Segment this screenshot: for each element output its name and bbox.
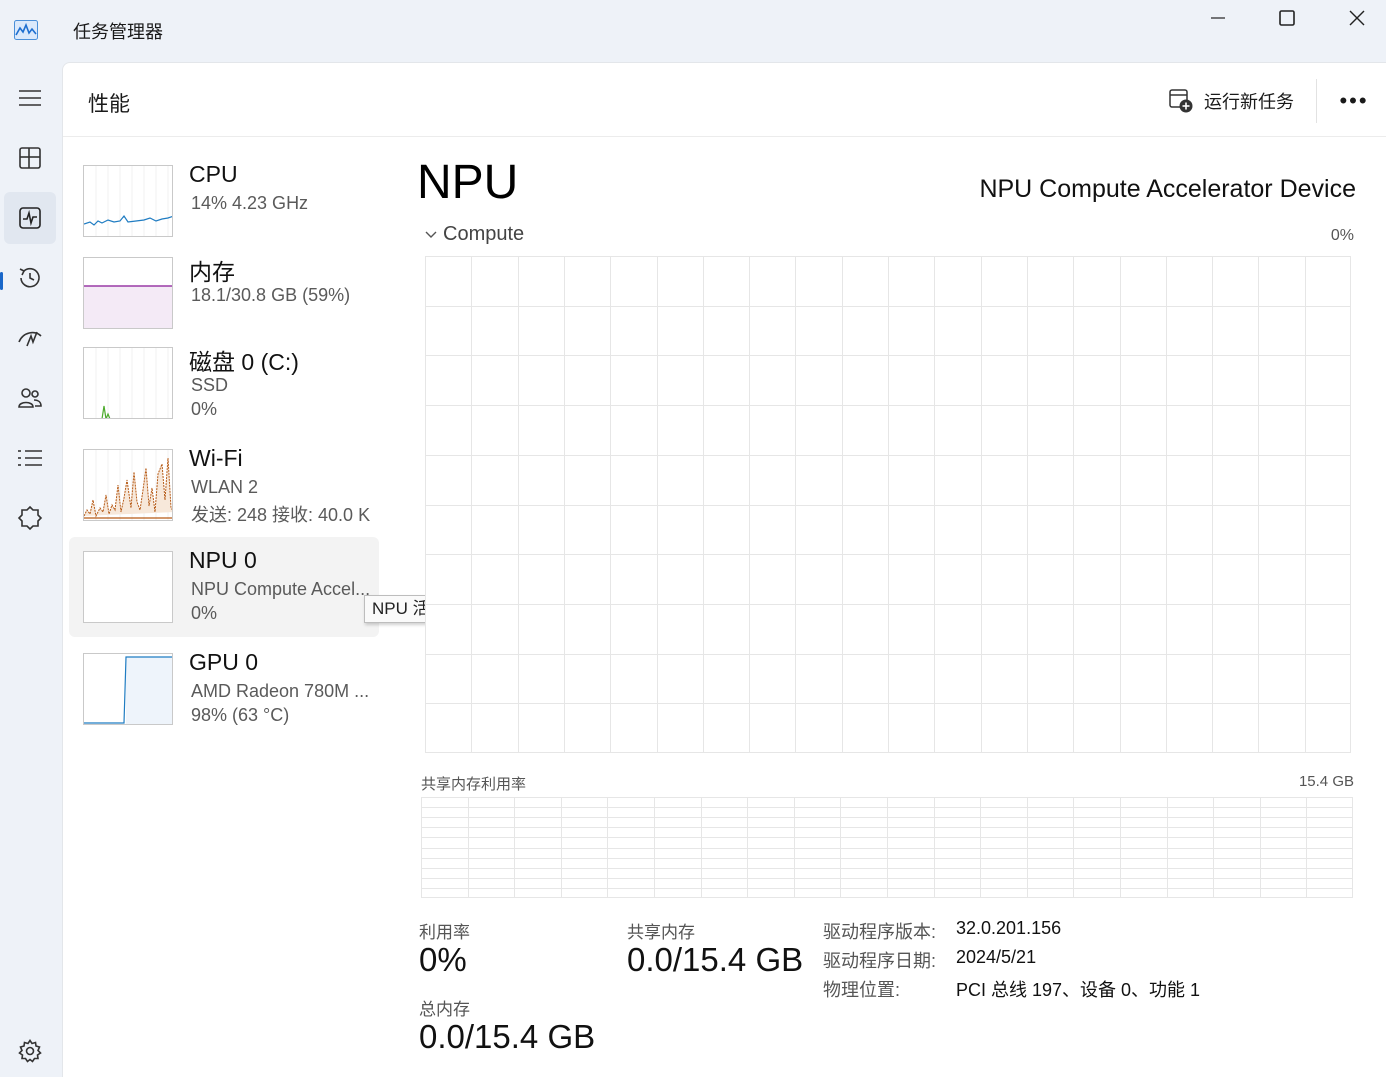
processes-icon [19,147,41,169]
details-icon [18,450,42,466]
gpu-sparkline [84,656,172,724]
services-icon [17,505,43,531]
shared-memory-chart [421,797,1353,898]
shared-memory-label: 共享内存利用率 [421,776,527,793]
run-new-task-label: 运行新任务 [1204,92,1294,112]
driver-version-value: 32.0.201.156 [956,918,1062,938]
device-stat: 14% 4.23 GHz [191,193,309,213]
run-new-task-icon [1169,89,1193,113]
device-thumbnail [83,551,173,623]
task-manager-app-icon [14,20,38,40]
device-item-wifi[interactable]: Wi-Fi WLAN 2 发送: 248 接收: 40.0 K [69,435,379,535]
disk-activity-line [101,405,111,418]
device-model: AMD Radeon 780M ... [191,681,370,701]
compute-selector[interactable]: Compute [425,223,524,246]
chevron-down-icon [425,231,437,238]
title-bar: 任务管理器 [0,0,1386,62]
nav-app-history[interactable] [4,252,56,304]
device-adapter: WLAN 2 [191,477,259,497]
memory-usage-fill [84,286,172,328]
utilization-label: 利用率 [419,923,470,942]
device-thumbnail [83,449,173,521]
device-item-memory[interactable]: 内存 18.1/30.8 GB (59%) [69,243,379,343]
driver-date-value: 2024/5/21 [956,947,1037,967]
compute-chart [425,256,1351,753]
more-options-icon: ••• [1339,88,1369,113]
menu-button[interactable] [4,72,56,124]
physical-location-label: 物理位置: [823,980,901,1000]
total-memory-label: 总内存 [419,1000,470,1019]
app-title: 任务管理器 [73,22,163,42]
device-stat: 0% [191,399,218,419]
device-item-gpu[interactable]: GPU 0 AMD Radeon 780M ... 98% (63 °C) [69,639,379,739]
device-thumbnail [83,257,173,329]
nav-settings[interactable] [4,1025,56,1077]
total-memory-value: 0.0/15.4 GB [419,1018,596,1055]
app-history-icon [19,267,40,288]
device-stat: 0% [191,603,218,623]
nav-services[interactable] [4,492,56,544]
nav-users[interactable] [4,372,56,424]
close-button[interactable] [1322,0,1386,36]
device-name: 磁盘 0 (C:) [189,349,299,375]
page-header: 性能 运行新任务 ••• [63,63,1386,137]
wifi-sparkline [84,450,172,520]
device-stat: 发送: 248 接收: 40.0 K [191,505,371,525]
device-type: SSD [191,375,229,395]
device-model: NPU Compute Accel... [191,579,371,599]
shared-memory-max: 15.4 GB [1298,773,1354,790]
main-panel: 性能 运行新任务 ••• CPU 14% 4.23 GHz 内存 18.1/30… [62,62,1386,1077]
gpu-usage-fill [126,657,172,724]
shared-memory-stat-label: 共享内存 [627,923,695,942]
page-title: 性能 [88,93,130,116]
device-name: NPU 0 [189,547,257,573]
device-thumbnail [83,165,173,237]
device-item-cpu[interactable]: CPU 14% 4.23 GHz [69,151,379,251]
memory-sparkline [84,285,172,328]
device-thumbnail [83,347,173,419]
nav-performance[interactable] [4,192,56,244]
wifi-throughput-line [84,457,172,518]
menu-icon [19,90,41,106]
npu-sparkline [84,552,173,623]
compute-label: Compute [443,223,525,245]
performance-icon [19,207,41,229]
detail-device-name: NPU Compute Accelerator Device [979,175,1356,203]
shared-memory-stat-value: 0.0/15.4 GB [627,941,804,978]
startup-apps-icon [18,331,42,347]
device-name: GPU 0 [189,649,259,675]
users-icon [18,388,42,408]
more-options-button[interactable]: ••• [1331,85,1377,117]
utilization-value: 0% [419,941,467,978]
device-item-disk[interactable]: 磁盘 0 (C:) SSD 0% [69,333,379,433]
maximize-button[interactable] [1252,0,1322,36]
driver-date-label: 驱动程序日期: [823,951,937,971]
device-stat: 98% (63 °C) [191,705,290,725]
cpu-usage-line [84,214,172,226]
nav-processes[interactable] [4,132,56,184]
maximize-icon [1279,10,1295,26]
compute-max-label: 0% [1330,227,1354,244]
close-icon [1349,10,1365,26]
cpu-sparkline [84,166,172,236]
driver-version-label: 驱动程序版本: [823,922,937,942]
active-indicator [0,272,3,290]
device-name: 内存 [189,259,235,285]
device-stat: 18.1/30.8 GB (59%) [191,285,351,305]
minimize-icon [1211,17,1225,19]
nav-rail [0,62,62,1077]
header-divider [1316,79,1317,123]
detail-title: NPU [417,156,519,209]
settings-icon [18,1039,42,1063]
minimize-button[interactable] [1183,0,1253,36]
disk-sparkline [95,348,169,418]
physical-location-value: PCI 总线 197、设备 0、功能 1 [956,980,1201,1000]
device-thumbnail [83,653,173,725]
device-name: CPU [189,161,238,187]
device-name: Wi-Fi [189,445,243,471]
nav-startup-apps[interactable] [4,312,56,364]
device-item-npu[interactable]: NPU 0 NPU Compute Accel... 0% [69,537,379,637]
run-new-task-button[interactable]: 运行新任务 [1168,87,1294,115]
nav-details[interactable] [4,432,56,484]
